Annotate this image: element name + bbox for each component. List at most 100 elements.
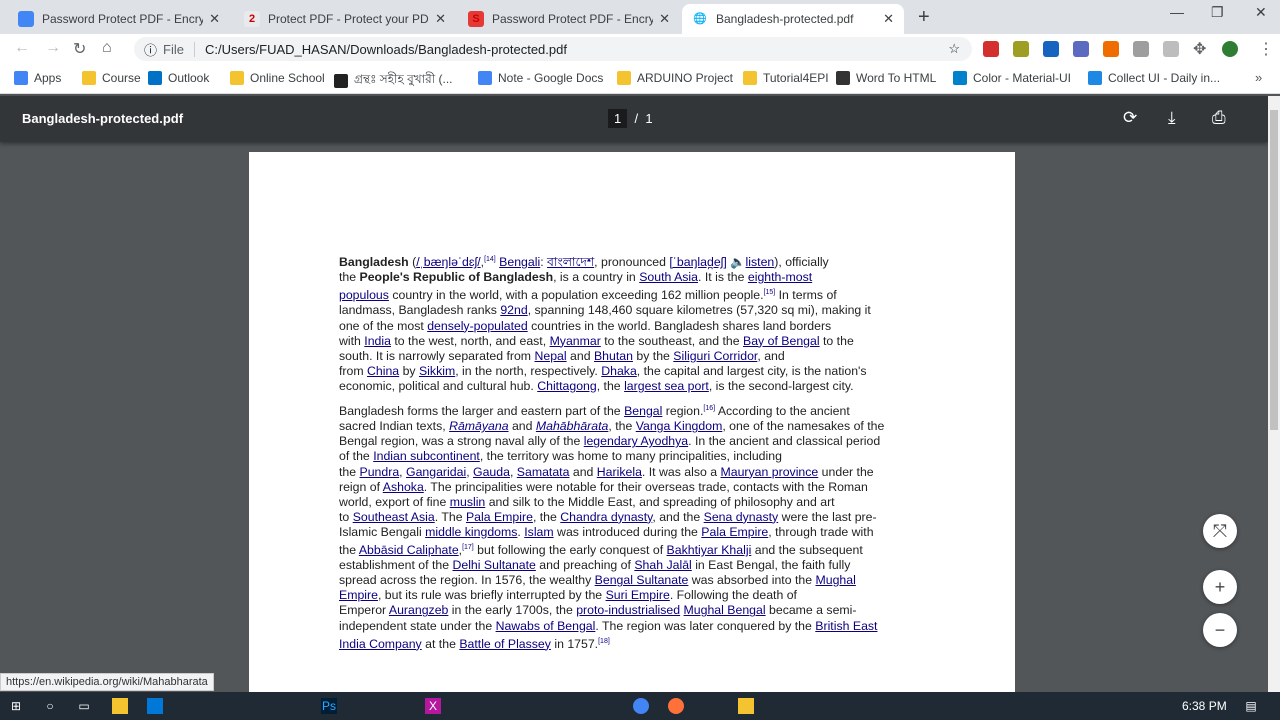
link[interactable]: muslin xyxy=(450,495,486,509)
close-window-button[interactable]: ✕ xyxy=(1255,4,1267,21)
zoom-in-button[interactable]: + xyxy=(1203,570,1237,604)
tab[interactable]: Password Protect PDF - Encrypt y ✕ xyxy=(8,4,230,34)
bookmark-item[interactable]: গ্রন্থঃ সহীহ বুখারী (... xyxy=(334,71,453,91)
link[interactable]: Rāmāyana xyxy=(449,419,508,433)
chrome-icon[interactable] xyxy=(633,698,649,714)
task-view-icon[interactable]: ▭ xyxy=(76,698,92,714)
bookmark-item[interactable]: Online School xyxy=(230,71,325,85)
link[interactable]: Indian subcontinent xyxy=(373,449,480,463)
link[interactable]: Mughal Bengal xyxy=(684,603,766,617)
scrollbar-thumb[interactable] xyxy=(1270,110,1278,430)
new-tab-button[interactable]: + xyxy=(918,6,930,29)
reload-icon[interactable]: ↻ xyxy=(73,39,86,59)
link[interactable]: Southeast Asia xyxy=(353,510,435,524)
link[interactable]: Harikela xyxy=(597,465,642,479)
link[interactable]: Battle of Plassey xyxy=(459,637,551,651)
photoshop-icon[interactable]: Ps xyxy=(321,698,337,714)
link[interactable]: Suri Empire xyxy=(606,588,670,602)
bookmark-item[interactable]: Color - Material-UI xyxy=(953,71,1071,85)
link[interactable]: Abbāsid Caliphate xyxy=(359,543,459,557)
link[interactable]: Gangaridai xyxy=(406,465,466,479)
scrollbar[interactable] xyxy=(1268,96,1280,692)
link[interactable]: Mughal xyxy=(816,573,856,587)
extension-icon[interactable] xyxy=(1103,41,1119,57)
bookmark-item[interactable]: Collect UI - Daily in... xyxy=(1088,71,1220,85)
link[interactable]: Sena dynasty xyxy=(704,510,779,524)
bookmark-item[interactable]: ARDUINO Project xyxy=(617,71,733,85)
app-icon[interactable] xyxy=(147,698,163,714)
bookmark-item[interactable]: Apps xyxy=(14,71,61,85)
tab[interactable]: 🌐 Bangladesh-protected.pdf ✕ xyxy=(682,4,904,34)
tab[interactable]: S Password Protect PDF - Encrypt y ✕ xyxy=(458,4,680,34)
close-tab-icon[interactable]: ✕ xyxy=(209,11,220,27)
link[interactable]: Bengal Sultanate xyxy=(595,573,689,587)
extension-icon[interactable] xyxy=(1043,41,1059,57)
link[interactable]: Ashoka xyxy=(383,480,424,494)
link[interactable]: India Company xyxy=(339,637,422,651)
citation-link[interactable]: [14] xyxy=(484,256,496,263)
extension-icon[interactable] xyxy=(1163,41,1179,57)
bookmark-item[interactable]: Note - Google Docs xyxy=(478,71,603,85)
avatar[interactable] xyxy=(1222,41,1238,57)
link[interactable]: Empire xyxy=(339,588,378,602)
link[interactable]: Bhutan xyxy=(594,349,633,363)
link[interactable]: middle kingdoms xyxy=(425,525,517,539)
link[interactable]: [ˈbaŋlad̪eʃ] xyxy=(669,255,726,269)
citation-link[interactable]: [15] xyxy=(764,289,776,296)
link[interactable]: Siliguri Corridor xyxy=(673,349,757,363)
forward-icon[interactable]: → xyxy=(45,39,61,57)
notifications-icon[interactable]: ▤ xyxy=(1243,698,1259,714)
bookmark-item[interactable]: Tutorial4EPI xyxy=(743,71,829,85)
bookmark-star-icon[interactable]: ☆ xyxy=(948,41,960,57)
tab[interactable]: 2 Protect PDF - Protect your PDF d ✕ xyxy=(234,4,456,34)
link[interactable]: China xyxy=(367,364,399,378)
link[interactable]: Bay of Bengal xyxy=(743,334,820,348)
menu-icon[interactable]: ⋮ xyxy=(1258,39,1274,59)
app-icon[interactable]: X xyxy=(425,698,441,714)
zoom-out-button[interactable]: − xyxy=(1203,613,1237,647)
app-icon[interactable] xyxy=(112,698,128,714)
citation-link[interactable]: [17] xyxy=(462,544,474,551)
close-tab-icon[interactable]: ✕ xyxy=(883,11,894,27)
firefox-icon[interactable] xyxy=(668,698,684,714)
link[interactable]: Chandra dynasty xyxy=(560,510,652,524)
link[interactable]: densely-populated xyxy=(427,319,528,333)
print-icon[interactable]: ⎙ xyxy=(1212,108,1226,128)
extension-icon[interactable] xyxy=(983,41,999,57)
link[interactable]: Delhi Sultanate xyxy=(452,558,535,572)
link[interactable]: Nepal xyxy=(534,349,566,363)
link[interactable]: populous xyxy=(339,288,389,302)
citation-link[interactable]: [16] xyxy=(703,405,715,412)
link[interactable]: legendary Ayodhya xyxy=(584,434,688,448)
link[interactable]: Nawabs of Bengal xyxy=(496,619,596,633)
more-bookmarks-icon[interactable]: » xyxy=(1255,70,1262,85)
current-page-input[interactable]: 1 xyxy=(608,109,628,128)
rotate-icon[interactable]: ⟳ xyxy=(1123,108,1137,128)
link[interactable]: Aurangzeb xyxy=(389,603,448,617)
bookmark-item[interactable]: Outlook xyxy=(148,71,209,85)
close-tab-icon[interactable]: ✕ xyxy=(435,11,446,27)
link[interactable]: 92nd xyxy=(500,303,527,317)
link[interactable]: বাংলাদেশ xyxy=(547,255,594,269)
link[interactable]: Islam xyxy=(524,525,553,539)
link[interactable]: Bakhtiyar Khalji xyxy=(667,543,752,557)
link[interactable]: South Asia xyxy=(639,270,698,284)
minimize-button[interactable]: — xyxy=(1170,4,1184,20)
link[interactable]: Myanmar xyxy=(550,334,601,348)
link[interactable]: proto-industrialised xyxy=(576,603,680,617)
link[interactable]: eighth-most xyxy=(748,270,812,284)
citation-link[interactable]: [18] xyxy=(598,638,610,645)
link[interactable]: Dhaka xyxy=(601,364,637,378)
address-bar[interactable]: ⓘ File C:/Users/FUAD_HASAN/Downloads/Ban… xyxy=(134,37,972,61)
link[interactable]: Pundra xyxy=(360,465,400,479)
link[interactable]: Shah Jalāl xyxy=(634,558,691,572)
download-icon[interactable]: ⤓ xyxy=(1168,108,1176,128)
link[interactable]: Bengali xyxy=(499,255,540,269)
link[interactable]: Mauryan province xyxy=(721,465,819,479)
link[interactable]: Mahābhārata xyxy=(536,419,608,433)
link[interactable]: India xyxy=(364,334,391,348)
link[interactable]: Pala Empire xyxy=(701,525,768,539)
file-explorer-icon[interactable] xyxy=(738,698,754,714)
maximize-button[interactable]: ❐ xyxy=(1211,4,1224,21)
link[interactable]: Gauda xyxy=(473,465,510,479)
